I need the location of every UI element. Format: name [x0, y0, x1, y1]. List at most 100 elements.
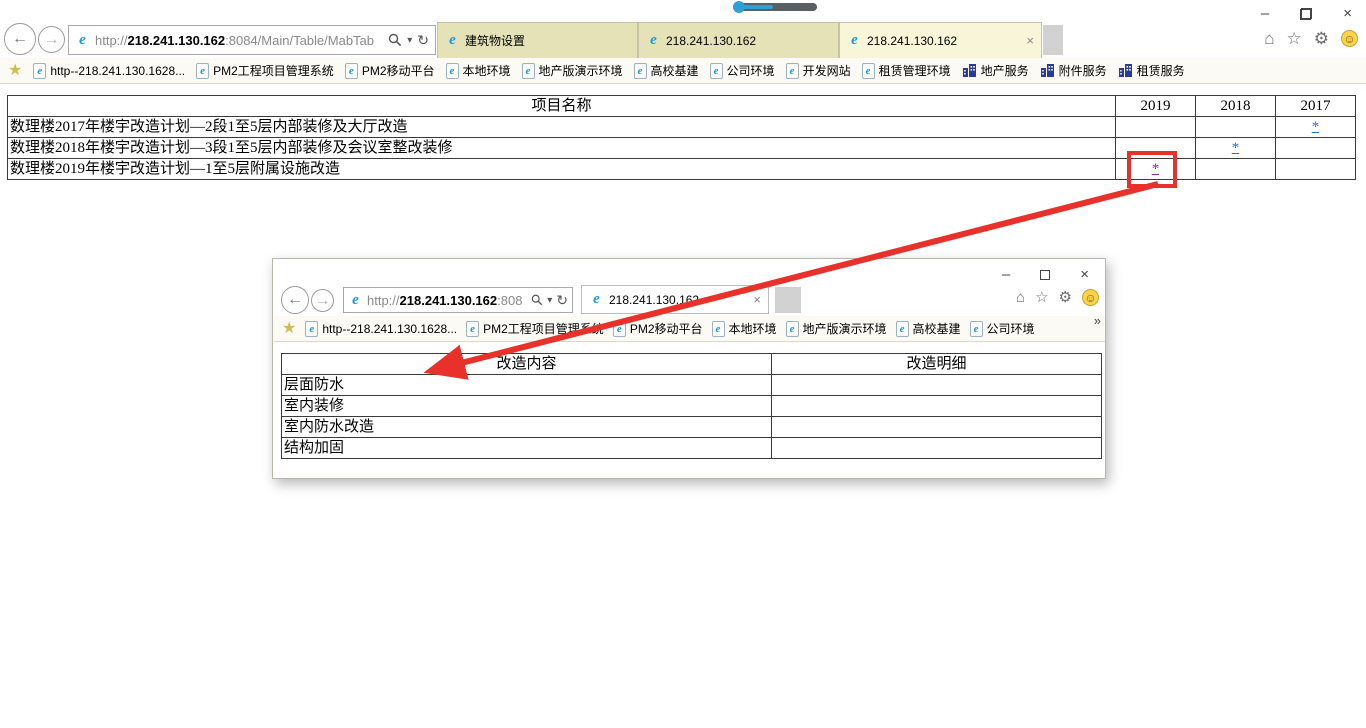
tab-strip: e 建筑物设置 e 218.241.130.162 e 218.241.130.… — [437, 22, 1042, 58]
ie-page-icon: e — [970, 321, 983, 337]
new-tab-button[interactable] — [1043, 25, 1063, 55]
refresh-icon[interactable]: ↻ — [417, 32, 429, 49]
renovation-detail-cell — [772, 417, 1102, 438]
building-icon — [962, 63, 977, 78]
year-2019-cell — [1116, 117, 1196, 138]
column-header-2018: 2018 — [1196, 96, 1276, 117]
url-text[interactable]: http://218.241.130.162:8084/Main/Table/M… — [95, 33, 383, 48]
forward-button[interactable]: → — [38, 26, 65, 53]
home-icon[interactable]: ⌂ — [1016, 290, 1025, 305]
favorites-item[interactable]: ehttp--218.241.130.1628... — [33, 63, 185, 79]
search-icon[interactable] — [531, 294, 543, 306]
table-header-row: 项目名称 2019 2018 2017 — [8, 96, 1356, 117]
tab-218-241-130-162-b-active[interactable]: e 218.241.130.162 × — [839, 22, 1042, 58]
settings-gear-icon[interactable]: ⚙ — [1059, 290, 1072, 305]
refresh-icon[interactable]: ↻ — [556, 292, 568, 309]
tab-close-icon[interactable]: × — [753, 292, 761, 307]
popup-minimize-button[interactable]: – — [1002, 267, 1010, 282]
url-path: :808 — [497, 293, 522, 308]
search-icon[interactable] — [388, 33, 402, 47]
popup-maximize-button[interactable] — [1040, 270, 1050, 280]
favorites-item[interactable]: e开发网站 — [786, 62, 851, 79]
popup-tab-218-241-130-162[interactable]: e 218.241.130.162 × — [581, 285, 769, 314]
favorites-item[interactable]: e地产版演示环境 — [786, 320, 887, 337]
favorites-item[interactable]: e地产版演示环境 — [522, 62, 623, 79]
favorites-item[interactable]: e本地环境 — [446, 62, 511, 79]
project-name-cell: 数理楼2017年楼宇改造计划—2段1至5层内部装修及大厅改造 — [8, 117, 1116, 138]
feedback-smiley-icon[interactable]: ☺ — [1082, 289, 1099, 306]
main-nav-row: ← → e http://218.241.130.162:8084/Main/T… — [0, 22, 1366, 58]
favorites-item[interactable]: ePM2工程项目管理系统 — [466, 320, 604, 337]
favorites-item[interactable]: 租赁服务 — [1118, 62, 1185, 79]
minimize-button[interactable]: – — [1261, 6, 1269, 21]
popup-forward-button[interactable]: → — [311, 289, 334, 312]
add-favorite-star-icon[interactable]: ★ — [8, 63, 22, 79]
popup-url-text[interactable]: http://218.241.130.162:808 — [367, 293, 527, 308]
popup-window[interactable]: – × ← → e http://218.241.130.162:808 ▾ ↻… — [272, 258, 1106, 479]
favorites-item[interactable]: ePM2工程项目管理系统 — [196, 62, 334, 79]
favorites-item[interactable]: e公司环境 — [710, 62, 775, 79]
renovation-detail-cell — [772, 396, 1102, 417]
address-bar[interactable]: e http://218.241.130.162:8084/Main/Table… — [68, 25, 436, 55]
tab-close-icon[interactable]: × — [1026, 33, 1034, 48]
favorites-item[interactable]: e高校基建 — [634, 62, 699, 79]
ie-page-icon: e — [634, 63, 647, 79]
favorites-item-label: 公司环境 — [987, 320, 1035, 337]
url-host: 218.241.130.162 — [128, 33, 226, 48]
slider-knob[interactable] — [733, 1, 745, 13]
feedback-smiley-icon[interactable]: ☺ — [1341, 30, 1358, 47]
favorites-item[interactable]: e租赁管理环境 — [862, 62, 951, 79]
favorites-icon[interactable]: ☆ — [1287, 30, 1302, 47]
favorites-item-label: 本地环境 — [729, 320, 777, 337]
annotation-slider[interactable] — [733, 2, 817, 12]
add-favorite-star-icon[interactable]: ★ — [282, 321, 296, 337]
url-host: 218.241.130.162 — [400, 293, 498, 308]
popup-new-tab-button[interactable] — [775, 287, 801, 313]
year-2018-cell — [1196, 117, 1276, 138]
favorites-item[interactable]: e高校基建 — [896, 320, 961, 337]
ie-page-icon: e — [33, 63, 46, 79]
favorites-item[interactable]: ePM2移动平台 — [613, 320, 703, 337]
column-header-project-name: 项目名称 — [8, 96, 1116, 117]
favorites-item[interactable]: ePM2移动平台 — [345, 62, 435, 79]
ie-icon: e — [847, 33, 862, 48]
home-icon[interactable]: ⌂ — [1264, 30, 1274, 47]
renovation-content-cell: 结构加固 — [282, 438, 772, 459]
favorites-item-label: PM2工程项目管理系统 — [213, 62, 334, 79]
tab-building-settings[interactable]: e 建筑物设置 — [437, 22, 638, 58]
popup-close-button[interactable]: × — [1080, 267, 1089, 282]
favorites-overflow-chevron-icon[interactable]: » — [1094, 316, 1101, 326]
favorites-item[interactable]: ehttp--218.241.130.1628... — [305, 321, 457, 337]
popup-address-bar[interactable]: e http://218.241.130.162:808 ▾ ↻ — [343, 287, 573, 313]
autocomplete-dropdown-icon[interactable]: ▾ — [407, 35, 412, 46]
favorites-item-label: 地产版演示环境 — [803, 320, 887, 337]
ie-page-icon: e — [305, 321, 318, 337]
close-button[interactable]: × — [1343, 6, 1352, 21]
favorites-item[interactable]: e公司环境 — [970, 320, 1035, 337]
ie-page-icon: e — [345, 63, 358, 79]
asterisk-link-visited[interactable]: * — [1152, 161, 1160, 177]
autocomplete-dropdown-icon[interactable]: ▾ — [547, 295, 552, 306]
favorites-icon[interactable]: ☆ — [1035, 290, 1048, 305]
back-button[interactable]: ← — [4, 23, 36, 55]
asterisk-link[interactable]: * — [1232, 140, 1240, 156]
table-row: 数理楼2018年楼宇改造计划—3段1至5层内部装修及会议室整改装修 * — [8, 138, 1356, 159]
popup-favorites-bar: ★ ehttp--218.241.130.1628... ePM2工程项目管理系… — [274, 316, 1105, 342]
tab-label: 建筑物设置 — [465, 32, 525, 49]
favorites-item[interactable]: e本地环境 — [712, 320, 777, 337]
ie-page-icon: e — [466, 321, 479, 337]
settings-gear-icon[interactable]: ⚙ — [1314, 30, 1329, 47]
ie-page-icon: e — [710, 63, 723, 79]
popup-back-button[interactable]: ← — [281, 286, 309, 314]
restore-button[interactable] — [1300, 8, 1312, 20]
favorites-item[interactable]: 地产服务 — [962, 62, 1029, 79]
building-icon — [1118, 63, 1133, 78]
favorites-item-label: PM2移动平台 — [362, 62, 435, 79]
favorites-item[interactable]: 附件服务 — [1040, 62, 1107, 79]
projects-table: 项目名称 2019 2018 2017 数理楼2017年楼宇改造计划—2段1至5… — [7, 95, 1356, 180]
building-icon — [1040, 63, 1055, 78]
tab-218-241-130-162-a[interactable]: e 218.241.130.162 — [638, 22, 839, 58]
year-2017-cell: * — [1276, 117, 1356, 138]
favorites-item-label: 高校基建 — [651, 62, 699, 79]
asterisk-link[interactable]: * — [1312, 119, 1320, 135]
